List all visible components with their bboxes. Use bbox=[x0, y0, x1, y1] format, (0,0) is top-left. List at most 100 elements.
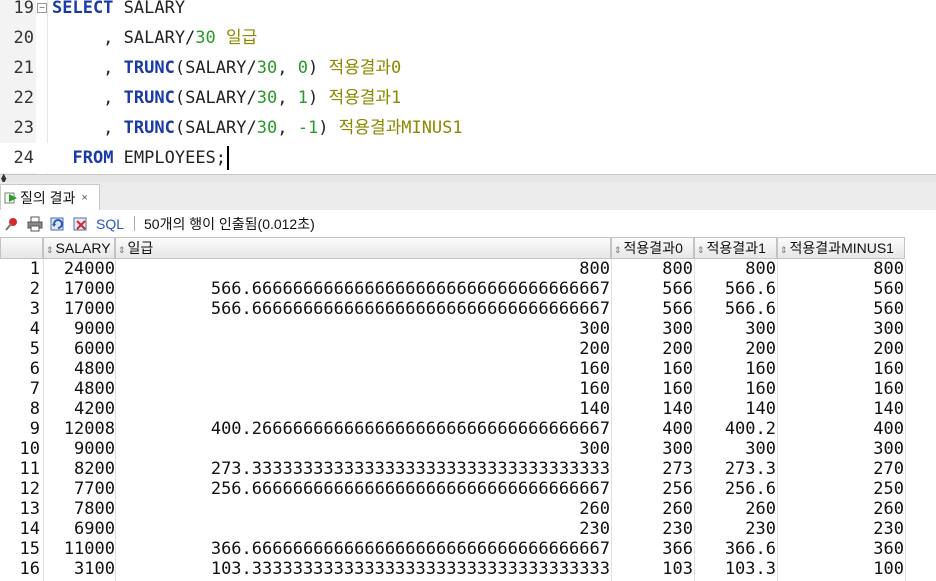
result1-cell[interactable]: 273.3 bbox=[695, 459, 776, 479]
results-grid[interactable]: ⇕ SALARY ⇕ 일급 ⇕ 적용결과0 ⇕ 적용결과1 ⇕ 적용결과MINUS1 12… bbox=[0, 237, 936, 581]
column-header-result0[interactable]: ⇕ 적용결과0 bbox=[611, 237, 694, 259]
table-row[interactable]: 13 7800 260 260 260 260 bbox=[0, 499, 936, 519]
salary-cell[interactable]: 4800 bbox=[45, 379, 115, 399]
result-minus1-cell[interactable]: 560 bbox=[778, 299, 904, 319]
sort-icon[interactable]: ⇕ bbox=[118, 245, 126, 255]
result1-cell[interactable]: 200 bbox=[695, 339, 776, 359]
sort-icon[interactable]: ⇕ bbox=[780, 245, 788, 255]
result-minus1-cell[interactable]: 260 bbox=[778, 499, 904, 519]
column-header-result-minus1[interactable]: ⇕ 적용결과MINUS1 bbox=[777, 237, 905, 259]
table-row[interactable]: 9 12008 400.266666666666666666666666666666… bbox=[0, 419, 936, 439]
result1-cell[interactable]: 160 bbox=[695, 359, 776, 379]
salary-cell[interactable]: 8200 bbox=[45, 459, 115, 479]
result1-cell[interactable]: 566.6 bbox=[695, 299, 776, 319]
salary-cell[interactable]: 6900 bbox=[45, 519, 115, 539]
salary-cell[interactable]: 24000 bbox=[45, 259, 115, 279]
result0-cell[interactable]: 160 bbox=[612, 379, 693, 399]
table-row[interactable]: 4 9000 300 300 300 300 bbox=[0, 319, 936, 339]
table-row[interactable]: 3 17000 566.666666666666666666666666666666… bbox=[0, 299, 936, 319]
result-minus1-cell[interactable]: 300 bbox=[778, 319, 904, 339]
table-row[interactable]: 8 4200 140 140 140 140 bbox=[0, 399, 936, 419]
pin-icon[interactable] bbox=[4, 216, 20, 232]
salary-cell[interactable]: 4200 bbox=[45, 399, 115, 419]
salary-cell[interactable]: 9000 bbox=[45, 439, 115, 459]
result0-cell[interactable]: 160 bbox=[612, 359, 693, 379]
code-line[interactable]: 21 , TRUNC(SALARY/30, 0) 적용결과0 bbox=[0, 53, 936, 83]
code-line[interactable]: 19− SELECT SALARY bbox=[0, 0, 936, 23]
sql-editor[interactable]: 19− SELECT SALARY 20 , SALARY/30 일급 21 , TR… bbox=[0, 0, 936, 174]
result-minus1-cell[interactable]: 360 bbox=[778, 539, 904, 559]
table-row[interactable]: 12 7700 256.666666666666666666666666666666… bbox=[0, 479, 936, 499]
daily-cell[interactable]: 366.66666666666666666666666666666666667 bbox=[118, 539, 610, 559]
result-minus1-cell[interactable]: 300 bbox=[778, 439, 904, 459]
tab-query-result[interactable]: 질의 결과 × bbox=[0, 184, 100, 210]
table-row[interactable]: 5 6000 200 200 200 200 bbox=[0, 339, 936, 359]
result0-cell[interactable]: 300 bbox=[612, 439, 693, 459]
result0-cell[interactable]: 566 bbox=[612, 299, 693, 319]
refresh-icon[interactable] bbox=[50, 216, 66, 232]
result1-cell[interactable]: 260 bbox=[695, 499, 776, 519]
code-line[interactable]: 24 FROM EMPLOYEES; bbox=[0, 143, 936, 173]
salary-cell[interactable]: 12008 bbox=[45, 419, 115, 439]
daily-cell[interactable]: 300 bbox=[118, 439, 610, 459]
salary-cell[interactable]: 4800 bbox=[45, 359, 115, 379]
salary-cell[interactable]: 6000 bbox=[45, 339, 115, 359]
result1-cell[interactable]: 366.6 bbox=[695, 539, 776, 559]
table-row[interactable]: 1 24000 800 800 800 800 bbox=[0, 259, 936, 279]
salary-cell[interactable]: 17000 bbox=[45, 299, 115, 319]
daily-cell[interactable]: 160 bbox=[118, 359, 610, 379]
daily-cell[interactable]: 400.26666666666666666666666666666666667 bbox=[118, 419, 610, 439]
result-minus1-cell[interactable]: 400 bbox=[778, 419, 904, 439]
daily-cell[interactable]: 800 bbox=[118, 259, 610, 279]
column-header-salary[interactable]: ⇕ SALARY bbox=[43, 237, 115, 259]
result1-cell[interactable]: 300 bbox=[695, 439, 776, 459]
sort-icon[interactable]: ⇕ bbox=[614, 245, 622, 255]
salary-cell[interactable]: 7800 bbox=[45, 499, 115, 519]
daily-cell[interactable]: 566.66666666666666666666666666666666667 bbox=[118, 279, 610, 299]
result0-cell[interactable]: 140 bbox=[612, 399, 693, 419]
result0-cell[interactable]: 273 bbox=[612, 459, 693, 479]
table-row[interactable]: 11 8200 273.333333333333333333333333333333… bbox=[0, 459, 936, 479]
result1-cell[interactable]: 800 bbox=[695, 259, 776, 279]
result0-cell[interactable]: 400 bbox=[612, 419, 693, 439]
code-line[interactable]: 23 , TRUNC(SALARY/30, -1) 적용결과MINUS1 bbox=[0, 113, 936, 143]
result-minus1-cell[interactable]: 270 bbox=[778, 459, 904, 479]
daily-cell[interactable]: 273.33333333333333333333333333333333333 bbox=[118, 459, 610, 479]
result0-cell[interactable]: 366 bbox=[612, 539, 693, 559]
result-minus1-cell[interactable]: 800 bbox=[778, 259, 904, 279]
daily-cell[interactable]: 200 bbox=[118, 339, 610, 359]
result-minus1-cell[interactable]: 200 bbox=[778, 339, 904, 359]
result1-cell[interactable]: 103.3 bbox=[695, 559, 776, 579]
daily-cell[interactable]: 256.66666666666666666666666666666666667 bbox=[118, 479, 610, 499]
daily-cell[interactable]: 300 bbox=[118, 319, 610, 339]
result-minus1-cell[interactable]: 230 bbox=[778, 519, 904, 539]
fold-toggle-icon[interactable]: − bbox=[37, 3, 47, 13]
result0-cell[interactable]: 300 bbox=[612, 319, 693, 339]
salary-cell[interactable]: 9000 bbox=[45, 319, 115, 339]
close-icon[interactable]: × bbox=[81, 192, 87, 204]
column-header-daily[interactable]: ⇕ 일급 bbox=[115, 237, 611, 259]
result0-cell[interactable]: 256 bbox=[612, 479, 693, 499]
sort-icon[interactable]: ⇕ bbox=[46, 245, 54, 255]
daily-cell[interactable]: 260 bbox=[118, 499, 610, 519]
sort-icon[interactable]: ⇕ bbox=[697, 245, 705, 255]
daily-cell[interactable]: 103.33333333333333333333333333333333333 bbox=[118, 559, 610, 579]
result1-cell[interactable]: 300 bbox=[695, 319, 776, 339]
salary-cell[interactable]: 11000 bbox=[45, 539, 115, 559]
result1-cell[interactable]: 400.2 bbox=[695, 419, 776, 439]
result-minus1-cell[interactable]: 160 bbox=[778, 379, 904, 399]
result1-cell[interactable]: 160 bbox=[695, 379, 776, 399]
daily-cell[interactable]: 160 bbox=[118, 379, 610, 399]
result0-cell[interactable]: 200 bbox=[612, 339, 693, 359]
result0-cell[interactable]: 260 bbox=[612, 499, 693, 519]
table-row[interactable]: 7 4800 160 160 160 160 bbox=[0, 379, 936, 399]
result1-cell[interactable]: 566.6 bbox=[695, 279, 776, 299]
result0-cell[interactable]: 566 bbox=[612, 279, 693, 299]
table-row[interactable]: 16 3100 103.333333333333333333333333333333… bbox=[0, 559, 936, 579]
table-row[interactable]: 10 9000 300 300 300 300 bbox=[0, 439, 936, 459]
result-minus1-cell[interactable]: 250 bbox=[778, 479, 904, 499]
result1-cell[interactable]: 140 bbox=[695, 399, 776, 419]
export-icon[interactable] bbox=[73, 216, 89, 232]
result0-cell[interactable]: 103 bbox=[612, 559, 693, 579]
result-minus1-cell[interactable]: 560 bbox=[778, 279, 904, 299]
